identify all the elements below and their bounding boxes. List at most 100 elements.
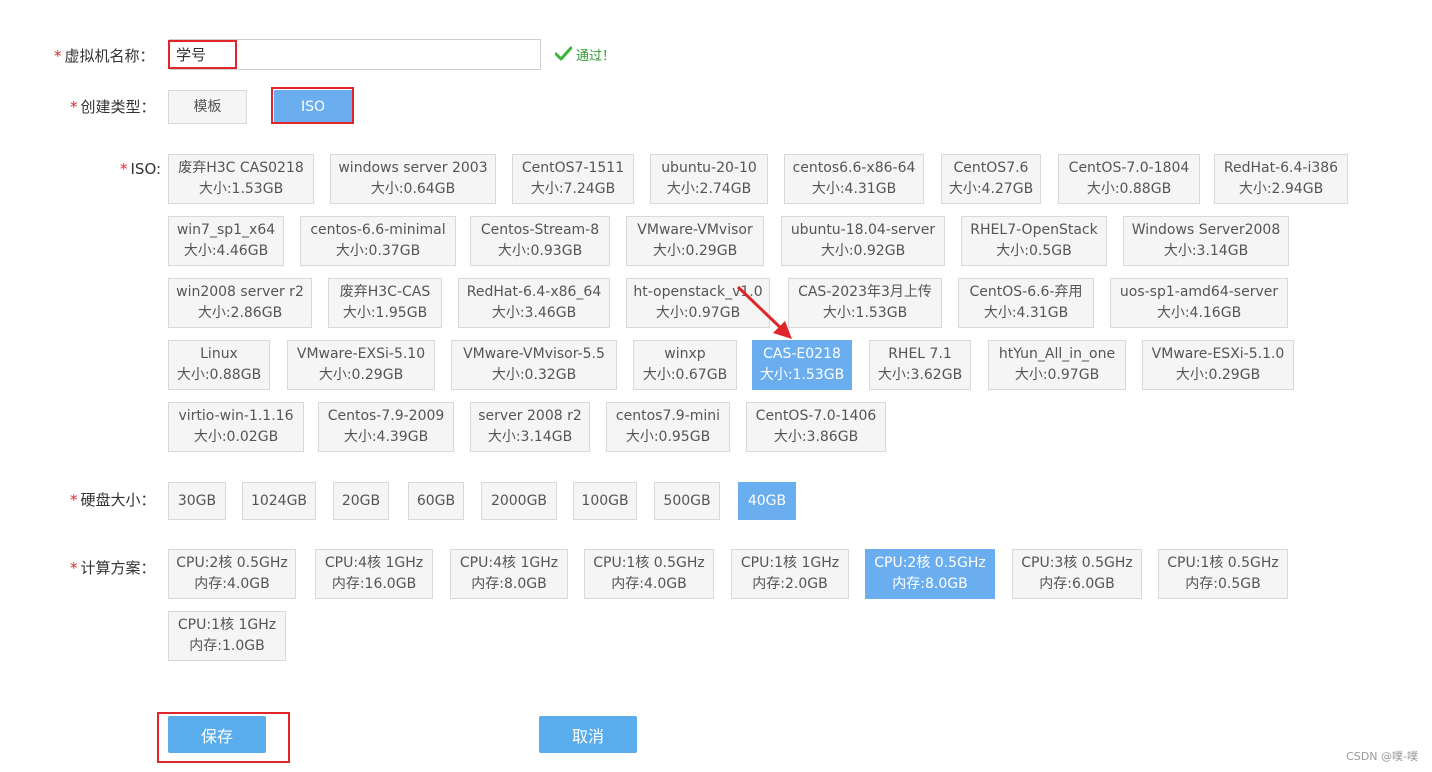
compute-plan-option[interactable]: CPU:2核 0.5GHz 内存:4.0GB bbox=[168, 549, 296, 599]
disk-size-option[interactable]: 60GB bbox=[408, 482, 464, 520]
iso-option-name: VMware-VMvisor bbox=[637, 222, 753, 238]
iso-option-size: 大小:0.97GB bbox=[655, 305, 741, 321]
iso-option-name: CentOS-6.6-弃用 bbox=[969, 284, 1083, 300]
iso-option[interactable]: Linux 大小:0.88GB bbox=[168, 340, 270, 390]
iso-option[interactable]: CAS-E0218 大小:1.53GB bbox=[752, 340, 852, 390]
iso-option[interactable]: Windows Server2008 大小:3.14GB bbox=[1123, 216, 1289, 266]
watermark: CSDN @噗-噗 bbox=[1346, 750, 1418, 763]
compute-plan-memory: 内存:6.0GB bbox=[1039, 576, 1115, 592]
iso-option-name: CAS-2023年3月上传 bbox=[798, 284, 932, 300]
disk-size-option[interactable]: 40GB bbox=[738, 482, 796, 520]
disk-size-option[interactable]: 30GB bbox=[168, 482, 226, 520]
iso-option[interactable]: CentOS-7.0-1804 大小:0.88GB bbox=[1058, 154, 1200, 204]
disk-size-option[interactable]: 20GB bbox=[333, 482, 389, 520]
iso-option[interactable]: CAS-2023年3月上传 大小:1.53GB bbox=[788, 278, 942, 328]
iso-option-size: 大小:0.64GB bbox=[370, 181, 456, 197]
compute-plan-cpu: CPU:1核 1GHz bbox=[740, 555, 840, 571]
compute-plan-memory: 内存:1.0GB bbox=[189, 638, 265, 654]
iso-option-size: 大小:0.02GB bbox=[193, 429, 279, 445]
iso-option[interactable]: ubuntu-20-10 大小:2.74GB bbox=[650, 154, 768, 204]
iso-option-name: ht-openstack_v1.0 bbox=[633, 284, 763, 300]
iso-option[interactable]: centos-6.6-minimal 大小:0.37GB bbox=[300, 216, 456, 266]
iso-option[interactable]: htYun_All_in_one 大小:0.97GB bbox=[988, 340, 1126, 390]
iso-option-name: htYun_All_in_one bbox=[998, 346, 1116, 362]
iso-option[interactable]: CentOS7.6 大小:4.27GB bbox=[941, 154, 1041, 204]
iso-option-name: VMware-ESXi-5.1.0 bbox=[1151, 346, 1285, 362]
compute-plan-option[interactable]: CPU:2核 0.5GHz 内存:8.0GB bbox=[865, 549, 995, 599]
iso-option-size: 大小:2.74GB bbox=[666, 181, 752, 197]
iso-option[interactable]: centos7.9-mini 大小:0.95GB bbox=[606, 402, 730, 452]
iso-option[interactable]: uos-sp1-amd64-server 大小:4.16GB bbox=[1110, 278, 1288, 328]
compute-plan-memory: 内存:4.0GB bbox=[194, 576, 270, 592]
iso-option-name: RHEL7-OpenStack bbox=[970, 222, 1098, 238]
iso-option-size: 大小:7.24GB bbox=[530, 181, 616, 197]
iso-option-size: 大小:3.62GB bbox=[877, 367, 963, 383]
save-button[interactable]: 保存 bbox=[168, 716, 266, 753]
compute-plan-option[interactable]: CPU:3核 0.5GHz 内存:6.0GB bbox=[1012, 549, 1142, 599]
disk-size-option[interactable]: 1024GB bbox=[242, 482, 316, 520]
iso-option[interactable]: win2008 server r2 大小:2.86GB bbox=[168, 278, 312, 328]
iso-option-name: uos-sp1-amd64-server bbox=[1119, 284, 1279, 300]
disk-size-option[interactable]: 100GB bbox=[573, 482, 637, 520]
iso-option[interactable]: winxp 大小:0.67GB bbox=[633, 340, 737, 390]
iso-option[interactable]: CentOS-6.6-弃用 大小:4.31GB bbox=[958, 278, 1094, 328]
iso-option-name: ubuntu-18.04-server bbox=[790, 222, 936, 238]
iso-option[interactable]: VMware-ESXi-5.1.0 大小:0.29GB bbox=[1142, 340, 1294, 390]
disk-size-option[interactable]: 500GB bbox=[654, 482, 720, 520]
compute-plan-option[interactable]: CPU:1核 1GHz 内存:1.0GB bbox=[168, 611, 286, 661]
iso-option-name: Centos-7.9-2009 bbox=[327, 408, 445, 424]
iso-option-name: RedHat-6.4-i386 bbox=[1223, 160, 1339, 176]
iso-option-name: centos7.9-mini bbox=[615, 408, 721, 424]
iso-option[interactable]: CentOS7-1511 大小:7.24GB bbox=[512, 154, 634, 204]
iso-option-size: 大小:3.14GB bbox=[1163, 243, 1249, 259]
iso-option[interactable]: VMware-VMvisor-5.5 大小:0.32GB bbox=[451, 340, 617, 390]
iso-option[interactable]: VMware-EXSi-5.10 大小:0.29GB bbox=[287, 340, 435, 390]
iso-option-name: centos-6.6-minimal bbox=[310, 222, 446, 238]
iso-option[interactable]: 废弃H3C CAS0218 大小:1.53GB bbox=[168, 154, 314, 204]
create-type-template-option[interactable]: 模板 bbox=[168, 90, 247, 124]
compute-plan-option[interactable]: CPU:4核 1GHz 内存:8.0GB bbox=[450, 549, 568, 599]
create-type-iso-option[interactable]: ISO bbox=[274, 90, 352, 124]
compute-plan-option[interactable]: CPU:1核 0.5GHz 内存:0.5GB bbox=[1158, 549, 1288, 599]
iso-option[interactable]: Centos-Stream-8 大小:0.93GB bbox=[470, 216, 610, 266]
iso-option-size: 大小:0.67GB bbox=[642, 367, 728, 383]
iso-option-size: 大小:2.94GB bbox=[1238, 181, 1324, 197]
iso-option[interactable]: win7_sp1_x64 大小:4.46GB bbox=[168, 216, 284, 266]
iso-option[interactable]: RHEL 7.1 大小:3.62GB bbox=[869, 340, 971, 390]
iso-option[interactable]: server 2008 r2 大小:3.14GB bbox=[470, 402, 590, 452]
compute-plan-option[interactable]: CPU:1核 1GHz 内存:2.0GB bbox=[731, 549, 849, 599]
iso-option-name: centos6.6-x86-64 bbox=[792, 160, 916, 176]
disk-size-option[interactable]: 2000GB bbox=[481, 482, 557, 520]
iso-option-name: VMware-VMvisor-5.5 bbox=[463, 346, 605, 362]
iso-option-size: 大小:0.88GB bbox=[176, 367, 262, 383]
iso-option-size: 大小:3.46GB bbox=[491, 305, 577, 321]
iso-option[interactable]: windows server 2003 大小:0.64GB bbox=[330, 154, 496, 204]
iso-option[interactable]: RedHat-6.4-i386 大小:2.94GB bbox=[1214, 154, 1348, 204]
iso-option[interactable]: centos6.6-x86-64 大小:4.31GB bbox=[784, 154, 924, 204]
vm-name-label: * 虚拟机名称： bbox=[54, 47, 155, 65]
compute-plan-option[interactable]: CPU:1核 0.5GHz 内存:4.0GB bbox=[584, 549, 714, 599]
cancel-button[interactable]: 取消 bbox=[539, 716, 637, 753]
iso-option-size: 大小:1.53GB bbox=[198, 181, 284, 197]
iso-option-name: win2008 server r2 bbox=[176, 284, 304, 300]
iso-option[interactable]: Centos-7.9-2009 大小:4.39GB bbox=[318, 402, 454, 452]
iso-option-size: 大小:3.86GB bbox=[773, 429, 859, 445]
iso-option[interactable]: VMware-VMvisor 大小:0.29GB bbox=[626, 216, 764, 266]
iso-option[interactable]: ht-openstack_v1.0 大小:0.97GB bbox=[626, 278, 770, 328]
compute-plan-cpu: CPU:4核 1GHz bbox=[459, 555, 559, 571]
iso-option[interactable]: RedHat-6.4-x86_64 大小:3.46GB bbox=[458, 278, 610, 328]
iso-option-size: 大小:4.39GB bbox=[343, 429, 429, 445]
iso-option-size: 大小:0.97GB bbox=[1014, 367, 1100, 383]
iso-option[interactable]: 废弃H3C-CAS 大小:1.95GB bbox=[328, 278, 442, 328]
iso-option[interactable]: virtio-win-1.1.16 大小:0.02GB bbox=[168, 402, 304, 452]
compute-plan-option[interactable]: CPU:4核 1GHz 内存:16.0GB bbox=[315, 549, 433, 599]
iso-option-size: 大小:4.31GB bbox=[811, 181, 897, 197]
compute-plan-memory: 内存:0.5GB bbox=[1185, 576, 1261, 592]
iso-option[interactable]: CentOS-7.0-1406 大小:3.86GB bbox=[746, 402, 886, 452]
compute-plan-label: * 计算方案： bbox=[70, 559, 156, 577]
iso-option-size: 大小:4.31GB bbox=[983, 305, 1069, 321]
iso-option[interactable]: RHEL7-OpenStack 大小:0.5GB bbox=[961, 216, 1107, 266]
iso-option[interactable]: ubuntu-18.04-server 大小:0.92GB bbox=[781, 216, 945, 266]
iso-option-size: 大小:0.5GB bbox=[996, 243, 1072, 259]
vm-name-input[interactable] bbox=[169, 39, 541, 70]
